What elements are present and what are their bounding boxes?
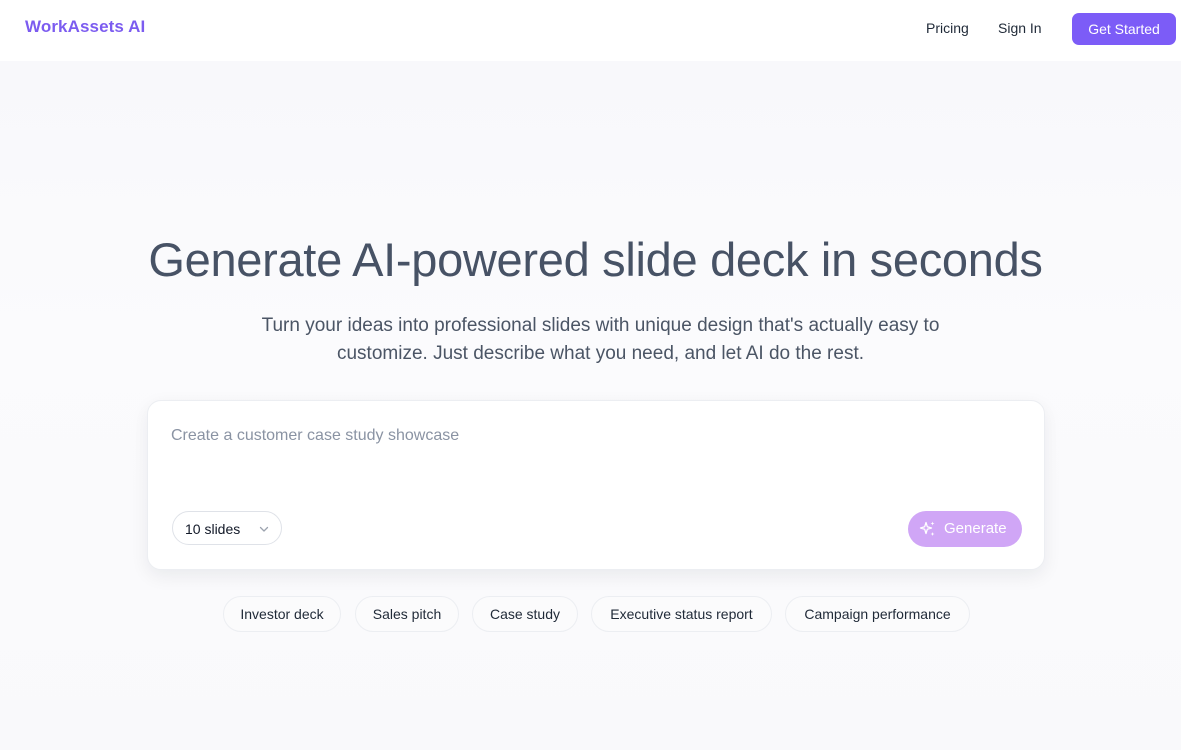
sparkles-icon xyxy=(919,521,935,536)
top-navigation-bar: WorkAssets AI Pricing Sign In Get Starte… xyxy=(0,0,1181,61)
slide-count-value: 10 slides xyxy=(185,521,241,537)
generate-button[interactable]: Generate xyxy=(908,511,1022,547)
hero-title: Generate AI-powered slide deck in second… xyxy=(148,233,1043,286)
chevron-down-icon xyxy=(259,526,269,532)
suggestion-chip-executive-status-report[interactable]: Executive status report xyxy=(591,596,772,632)
suggestion-chip-case-study[interactable]: Case study xyxy=(472,596,578,632)
nav-pricing-link[interactable]: Pricing xyxy=(926,20,969,36)
nav-sign-in-link[interactable]: Sign In xyxy=(998,20,1042,36)
generate-button-label: Generate xyxy=(944,520,1007,537)
suggestion-chip-investor-deck[interactable]: Investor deck xyxy=(223,596,341,632)
suggestion-chip-campaign-performance[interactable]: Campaign performance xyxy=(785,596,970,632)
suggestion-chip-sales-pitch[interactable]: Sales pitch xyxy=(355,596,459,632)
hero-subtitle: Turn your ideas into professional slides… xyxy=(261,315,940,364)
get-started-button[interactable]: Get Started xyxy=(1072,13,1176,45)
brand-logo[interactable]: WorkAssets AI xyxy=(25,17,145,37)
slide-count-select[interactable]: 10 slides xyxy=(172,511,282,545)
prompt-card: Create a customer case study showcase 10… xyxy=(147,400,1045,570)
prompt-input[interactable]: Create a customer case study showcase xyxy=(171,427,1021,445)
